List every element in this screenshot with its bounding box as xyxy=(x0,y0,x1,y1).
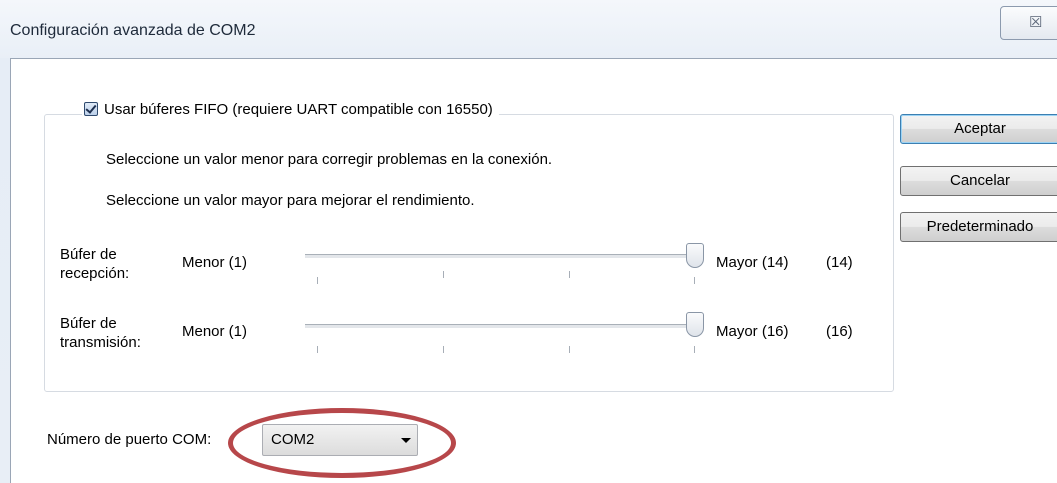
receive-min-label: Menor (1) xyxy=(182,254,248,271)
title-bar: Configuración avanzada de COM2 ☒ xyxy=(0,0,1057,58)
hint-higher-value: Seleccione un valor mayor para mejorar e… xyxy=(106,192,475,209)
receive-tick xyxy=(569,271,570,278)
receive-tick xyxy=(443,271,444,278)
receive-tick xyxy=(694,277,695,284)
close-icon: ☒ xyxy=(1029,14,1043,31)
fifo-checkbox-label: Usar búferes FIFO (requiere UART compati… xyxy=(104,100,493,118)
transmit-label-line1: Búfer de xyxy=(60,315,117,332)
receive-slider-thumb[interactable] xyxy=(686,243,704,268)
transmit-tick xyxy=(569,346,570,353)
highlight-ellipse xyxy=(228,408,456,478)
hint-lower-value: Seleccione un valor menor para corregir … xyxy=(106,151,553,168)
transmit-label-line2: transmisión: xyxy=(60,334,141,351)
transmit-buffer-label: Búfer de transmisión: xyxy=(60,314,141,352)
receive-slider-track[interactable] xyxy=(305,254,695,259)
receive-max-label: Mayor (14) xyxy=(716,254,789,271)
receive-buffer-label: Búfer de recepción: xyxy=(60,245,129,283)
transmit-slider-track[interactable] xyxy=(305,324,695,329)
transmit-max-label: Mayor (16) xyxy=(716,323,789,340)
fifo-checkbox[interactable] xyxy=(84,102,98,116)
receive-label-line2: recepción: xyxy=(60,265,130,282)
receive-label-line1: Búfer de xyxy=(60,246,117,263)
cancel-button[interactable]: Cancelar xyxy=(900,166,1057,196)
dialog-window: Configuración avanzada de COM2 ☒ Usar bú… xyxy=(0,0,1057,483)
transmit-slider-thumb[interactable] xyxy=(686,312,704,337)
transmit-current-value: (16) xyxy=(826,323,853,340)
com-port-label: Número de puerto COM: xyxy=(47,431,212,448)
transmit-tick xyxy=(317,346,318,353)
window-title: Configuración avanzada de COM2 xyxy=(10,22,256,39)
accept-button[interactable]: Aceptar xyxy=(900,114,1057,144)
transmit-tick xyxy=(443,346,444,353)
transmit-tick xyxy=(694,346,695,353)
default-button[interactable]: Predeterminado xyxy=(900,212,1057,242)
transmit-min-label: Menor (1) xyxy=(182,323,248,340)
receive-tick xyxy=(317,277,318,284)
fifo-checkbox-row[interactable]: Usar búferes FIFO (requiere UART compati… xyxy=(82,98,499,120)
receive-current-value: (14) xyxy=(826,254,853,271)
close-button[interactable]: ☒ xyxy=(1000,6,1057,40)
